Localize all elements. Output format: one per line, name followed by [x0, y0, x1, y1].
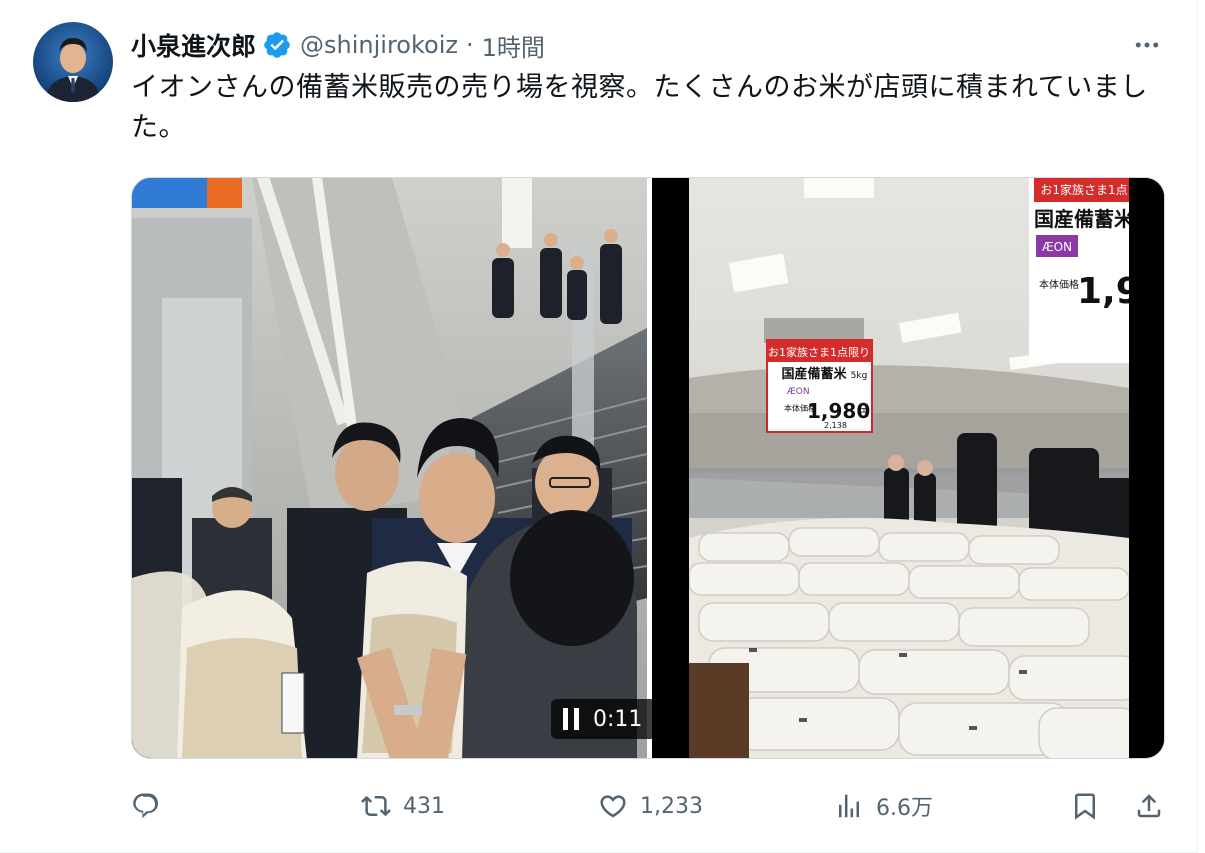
video-time-overlay[interactable]: 0:11: [551, 699, 679, 739]
tweet-time[interactable]: 1時間: [482, 28, 545, 63]
share-button[interactable]: [1134, 784, 1164, 828]
big-sign-brand: ÆON: [1042, 240, 1072, 254]
tweet-header: 小泉進次郎 @shinjirokoiz · 1時間: [131, 27, 545, 63]
retweet-button[interactable]: 431: [361, 784, 445, 828]
sign-price-unit: 円: [859, 408, 869, 419]
reply-button[interactable]: [131, 784, 173, 828]
bookmark-icon: [1075, 793, 1095, 820]
separator-dot: ·: [465, 31, 474, 59]
video-rice-display[interactable]: お1家族さま1点限り 国産備蓄米 5kg ÆON 本体価格 1,980 円 2,…: [652, 178, 1164, 758]
tweet-card[interactable]: 小泉進次郎 @shinjirokoiz · 1時間 イオンさんの備蓄米販売の売り…: [0, 0, 1198, 853]
pause-icon[interactable]: [563, 708, 581, 730]
like-icon: [600, 795, 626, 818]
views-count: 6.6万: [876, 796, 933, 821]
sign-top-line: お1家族さま1点限り: [768, 345, 870, 359]
media-grid[interactable]: お1家族さま1点限り 国産備蓄米 5kg ÆON 本体価格 1,980 円 2,…: [131, 177, 1165, 759]
big-sign-price: 1,98: [1077, 271, 1129, 312]
sign-tax-price: 2,138: [824, 421, 847, 430]
tweet-text: イオンさんの備蓄米販売の売り場を視察。たくさんのお米が店頭に積まれていました。: [131, 72, 1148, 143]
video-time: 0:11: [593, 706, 643, 732]
like-count: 1,233: [640, 793, 703, 819]
more-icon: [1135, 42, 1159, 48]
big-sign-price-label: 本体価格: [1039, 278, 1079, 291]
more-button[interactable]: [1130, 28, 1164, 62]
like-button[interactable]: 1,233: [598, 784, 703, 828]
views-button[interactable]: 6.6万: [834, 784, 933, 828]
tweet-actions: 431 1,233 6.6万: [131, 784, 1171, 828]
avatar[interactable]: [33, 22, 113, 102]
author-handle[interactable]: @shinjirokoiz: [300, 31, 458, 59]
photo-inspection[interactable]: [132, 178, 647, 758]
author-name[interactable]: 小泉進次郎: [131, 27, 256, 63]
share-icon: [1137, 794, 1161, 818]
retweet-count: 431: [403, 793, 445, 819]
views-icon: [839, 794, 859, 818]
sign-weight: 5kg: [851, 371, 868, 381]
big-sign-title: 国産備蓄米: [1034, 207, 1129, 231]
bookmark-button[interactable]: [1070, 784, 1100, 828]
verified-badge-icon: [264, 32, 290, 58]
sign-title: 国産備蓄米: [781, 366, 847, 382]
reply-icon: [133, 793, 159, 819]
retweet-icon: [361, 795, 391, 817]
big-sign-top-line: お1家族さま1点: [1040, 182, 1127, 197]
sign-brand: ÆON: [787, 387, 810, 397]
